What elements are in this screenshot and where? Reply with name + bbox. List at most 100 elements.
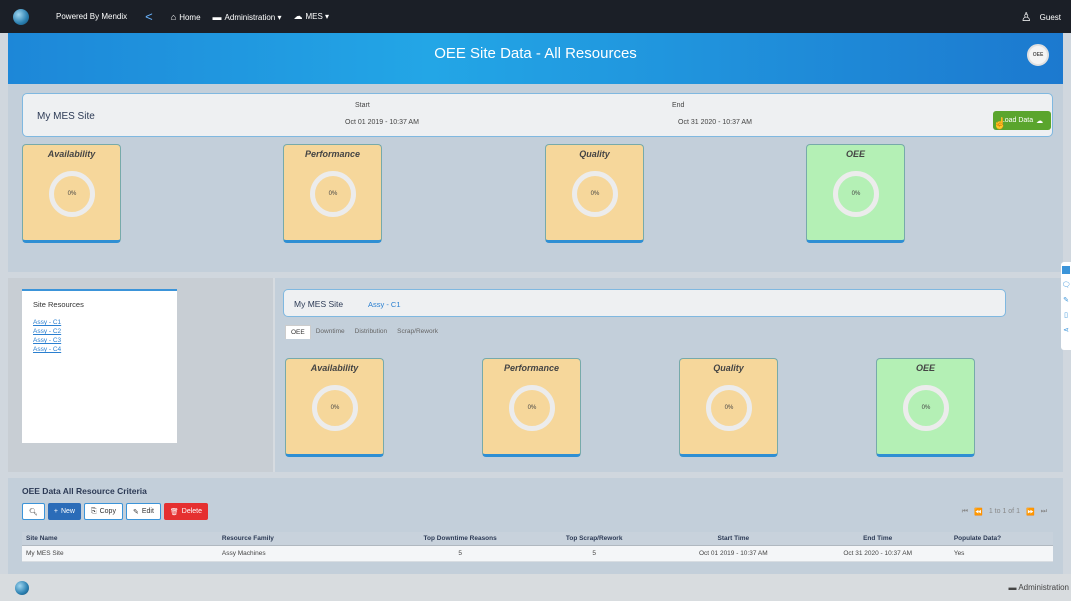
- search-icon: 🔍︎: [29, 508, 38, 516]
- search-button[interactable]: 🔍︎: [22, 503, 45, 520]
- app-logo-icon[interactable]: [13, 8, 29, 25]
- resource-site-name: My MES Site: [294, 299, 344, 309]
- trash-icon: 🗑︎: [169, 508, 179, 516]
- user-icon: ♙: [1020, 10, 1032, 24]
- copy-button[interactable]: ⎘ Copy: [84, 503, 123, 520]
- hand-cursor-icon: ☝: [993, 118, 1007, 130]
- grid-pager: ⏮ ⏪ 1 to 1 of 1 ⏩ ⏭: [962, 508, 1047, 516]
- site-tile-quality: Quality 0%: [545, 144, 644, 243]
- col-top-scrap[interactable]: Top Scrap/Rework: [527, 532, 662, 546]
- home-icon: ⌂: [170, 11, 177, 22]
- delete-button[interactable]: 🗑︎ Delete: [163, 503, 209, 520]
- cell-site-name: My MES Site: [22, 545, 218, 562]
- cell-populate-data: Yes: [949, 545, 1053, 562]
- col-top-downtime[interactable]: Top Downtime Reasons: [393, 532, 528, 546]
- gauge-ring: 0%: [706, 385, 752, 431]
- prev-page-icon[interactable]: ⏪: [974, 508, 983, 516]
- mendix-icon[interactable]: [1062, 266, 1070, 274]
- new-button[interactable]: + New: [47, 503, 81, 520]
- next-page-icon[interactable]: ⏩: [1026, 508, 1035, 516]
- resource-detail-panel: My MES Site Assy - C1 OEE Downtime Distr…: [275, 278, 1063, 472]
- site-tile-oee: OEE 0%: [806, 144, 905, 243]
- device-icon[interactable]: ▯: [1064, 311, 1068, 319]
- gauge-ring: 0%: [833, 171, 879, 217]
- pager-text: 1 to 1 of 1: [988, 508, 1020, 515]
- resource-links: Assy - C1 Assy - C2 Assy - C3 Assy - C4: [33, 318, 61, 354]
- nav-home-label: Home: [179, 12, 201, 22]
- gauge-ring: 0%: [903, 385, 949, 431]
- tile-title: Performance: [304, 149, 361, 159]
- table-header-row: Site Name Resource Family Top Downtime R…: [22, 532, 1053, 546]
- site-name: My MES Site: [37, 111, 95, 122]
- cloud-icon: ☁: [293, 11, 303, 21]
- col-end-time[interactable]: End Time: [805, 532, 950, 546]
- gauge-ring: 0%: [312, 385, 358, 431]
- gauge-ring: 0%: [509, 385, 555, 431]
- col-populate-data[interactable]: Populate Data?: [949, 532, 1053, 546]
- resource-link-c2[interactable]: Assy - C2: [33, 327, 61, 336]
- nav-mes[interactable]: ☁ MES ▾: [293, 11, 329, 22]
- footer-administration-label: Administration: [1018, 583, 1069, 592]
- tile-title: Availability: [310, 363, 359, 373]
- user-menu[interactable]: ♙ Guest: [1021, 10, 1061, 24]
- user-name: Guest: [1039, 12, 1061, 22]
- cell-end-time: Oct 31 2020 - 10:37 AM: [805, 545, 950, 562]
- resource-tile-availability: Availability 0%: [285, 358, 384, 457]
- pen-icon[interactable]: ✎: [1063, 296, 1069, 304]
- edit-label: Edit: [141, 508, 154, 515]
- tile-title: OEE: [845, 149, 865, 159]
- tab-scrap-rework[interactable]: Scrap/Rework: [392, 325, 443, 339]
- tab-oee[interactable]: OEE: [285, 325, 311, 339]
- nav-administration[interactable]: ▬ Administration ▾: [213, 12, 282, 22]
- grid-toolbar: 🔍︎ + New ⎘ Copy ✎ Edit 🗑︎ Delete: [22, 503, 209, 520]
- oee-badge-icon: OEE: [1027, 44, 1049, 66]
- nav-mes-label: MES ▾: [305, 12, 330, 21]
- copy-label: Copy: [99, 508, 116, 515]
- back-chevron-icon[interactable]: <: [145, 9, 153, 24]
- footer-logo-icon: [15, 581, 29, 595]
- cell-resource-family: Assy Machines: [217, 545, 394, 562]
- site-info-card: My MES Site Start Oct 01 2019 - 10:37 AM…: [22, 93, 1053, 137]
- site-tile-performance: Performance 0%: [283, 144, 382, 243]
- tab-downtime[interactable]: Downtime: [311, 325, 350, 339]
- site-resources-heading: Site Resources: [33, 300, 84, 309]
- comment-icon[interactable]: 🗨︎: [1062, 281, 1071, 289]
- col-site-name[interactable]: Site Name: [22, 532, 218, 546]
- site-overview-section: My MES Site Start Oct 01 2019 - 10:37 AM…: [8, 84, 1063, 272]
- resource-link-c3[interactable]: Assy - C3: [33, 336, 61, 345]
- start-label: Start: [355, 102, 370, 109]
- cell-start-time: Oct 01 2019 - 10:37 AM: [661, 545, 806, 562]
- tab-distribution[interactable]: Distribution: [350, 325, 393, 339]
- nav-home[interactable]: ⌂ Home: [171, 12, 201, 22]
- tile-title: Availability: [47, 149, 96, 159]
- plus-icon: +: [53, 508, 58, 515]
- cell-top-scrap: 5: [527, 545, 662, 562]
- powered-by-text: Powered By Mendix: [56, 12, 128, 21]
- admin-icon: ▬: [212, 11, 222, 22]
- start-value: Oct 01 2019 - 10:37 AM: [345, 119, 419, 126]
- end-label: End: [672, 102, 685, 109]
- resource-link-c1[interactable]: Assy - C1: [33, 318, 61, 327]
- tile-title: Quality: [713, 363, 744, 373]
- col-resource-family[interactable]: Resource Family: [217, 532, 394, 546]
- new-label: New: [60, 508, 75, 515]
- copy-icon: ⎘: [91, 507, 97, 515]
- last-page-icon[interactable]: ⏭: [1041, 508, 1047, 516]
- resources-panel: Site Resources Assy - C1 Assy - C2 Assy …: [8, 278, 273, 472]
- resource-info-card: My MES Site Assy - C1: [283, 289, 1006, 317]
- share-icon[interactable]: ⋖: [1063, 326, 1069, 334]
- side-tools-panel: 🗨︎ ✎ ▯ ⋖: [1061, 262, 1071, 350]
- edit-button[interactable]: ✎ Edit: [125, 503, 161, 520]
- col-start-time[interactable]: Start Time: [661, 532, 806, 546]
- footer-administration-link[interactable]: ▬ Administration: [1009, 583, 1069, 592]
- resource-link-c4[interactable]: Assy - C4: [33, 345, 61, 354]
- gauge-ring: 0%: [49, 171, 95, 217]
- tile-title: OEE: [915, 363, 935, 373]
- first-page-icon[interactable]: ⏮: [962, 508, 968, 516]
- table-row[interactable]: My MES Site Assy Machines 5 5 Oct 01 201…: [22, 545, 1053, 562]
- gauge-ring: 0%: [310, 171, 356, 217]
- resources-section: Site Resources Assy - C1 Assy - C2 Assy …: [8, 278, 1063, 472]
- top-navbar: Powered By Mendix < ⌂ Home ▬ Administratio…: [0, 0, 1071, 33]
- pencil-icon: ✎: [132, 508, 139, 516]
- resource-tile-performance: Performance 0%: [482, 358, 581, 457]
